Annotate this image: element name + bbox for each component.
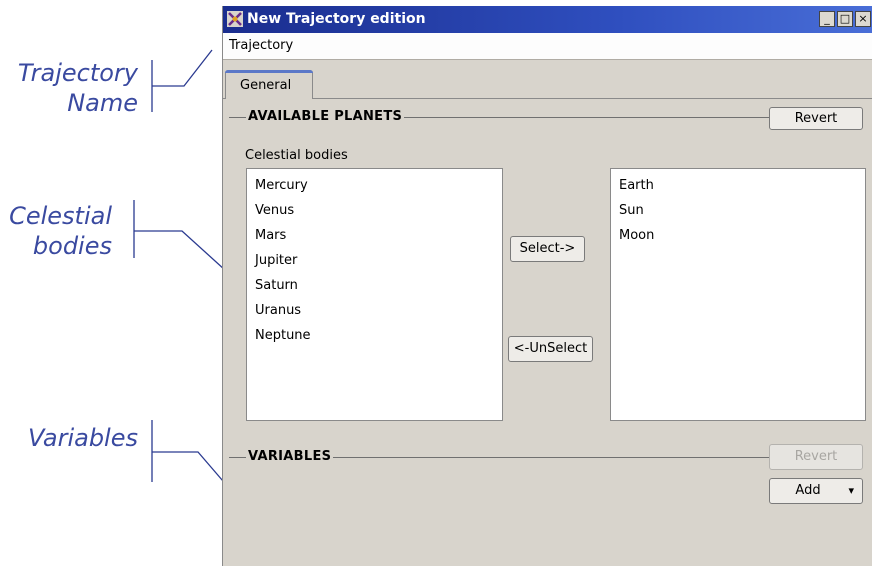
- variables-heading: VARIABLES: [246, 449, 334, 464]
- list-item[interactable]: Earth: [619, 178, 654, 193]
- celestial-bodies-label: Celestial bodies: [245, 148, 348, 163]
- tab-panel-border: [223, 98, 872, 99]
- list-item[interactable]: Mercury: [255, 178, 308, 193]
- selected-planets-list[interactable]: Earth Sun Moon: [610, 168, 866, 421]
- unselect-button[interactable]: <-UnSelect: [508, 336, 593, 362]
- annotation-trajectory-name: Trajectory Name: [0, 58, 138, 118]
- annotation-variables: Variables: [27, 424, 138, 452]
- list-item[interactable]: Saturn: [255, 278, 298, 293]
- list-item[interactable]: Jupiter: [255, 253, 297, 268]
- title-bar[interactable]: New Trajectory edition _ □ ×: [223, 6, 872, 33]
- trajectory-name-value: Trajectory: [229, 38, 294, 53]
- tab-general[interactable]: General: [225, 70, 313, 99]
- minimize-button[interactable]: _: [819, 11, 835, 27]
- list-item[interactable]: Uranus: [255, 303, 301, 318]
- trajectory-editor-window: New Trajectory edition _ □ × Trajectory …: [222, 6, 872, 566]
- list-item[interactable]: Moon: [619, 228, 654, 243]
- list-item[interactable]: Neptune: [255, 328, 311, 343]
- app-icon: [227, 11, 243, 27]
- chevron-down-icon: ▾: [848, 484, 854, 497]
- tab-general-label: General: [240, 78, 292, 93]
- close-button[interactable]: ×: [855, 11, 871, 27]
- maximize-button[interactable]: □: [837, 11, 853, 27]
- add-variable-label: Add: [795, 483, 821, 498]
- tab-active-indicator: [225, 70, 313, 73]
- add-variable-button[interactable]: Add ▾: [769, 478, 863, 504]
- revert-variables-button[interactable]: Revert: [769, 444, 863, 470]
- select-button[interactable]: Select->: [510, 236, 585, 262]
- annotation-line: bodies: [32, 232, 112, 260]
- available-planets-list[interactable]: Mercury Venus Mars Jupiter Saturn Uranus…: [246, 168, 503, 421]
- trajectory-name-field[interactable]: Trajectory: [223, 33, 872, 60]
- list-item[interactable]: Sun: [619, 203, 644, 218]
- annotation-line: Celestial: [9, 202, 112, 230]
- annotation-celestial-bodies: Celestial bodies: [0, 201, 112, 261]
- annotation-line: Trajectory: [17, 59, 138, 87]
- list-item[interactable]: Mars: [255, 228, 286, 243]
- window-title: New Trajectory edition: [247, 11, 426, 27]
- available-planets-heading: AVAILABLE PLANETS: [246, 109, 405, 124]
- list-item[interactable]: Venus: [255, 203, 294, 218]
- revert-planets-button[interactable]: Revert: [769, 107, 863, 130]
- annotation-line: Name: [67, 89, 138, 117]
